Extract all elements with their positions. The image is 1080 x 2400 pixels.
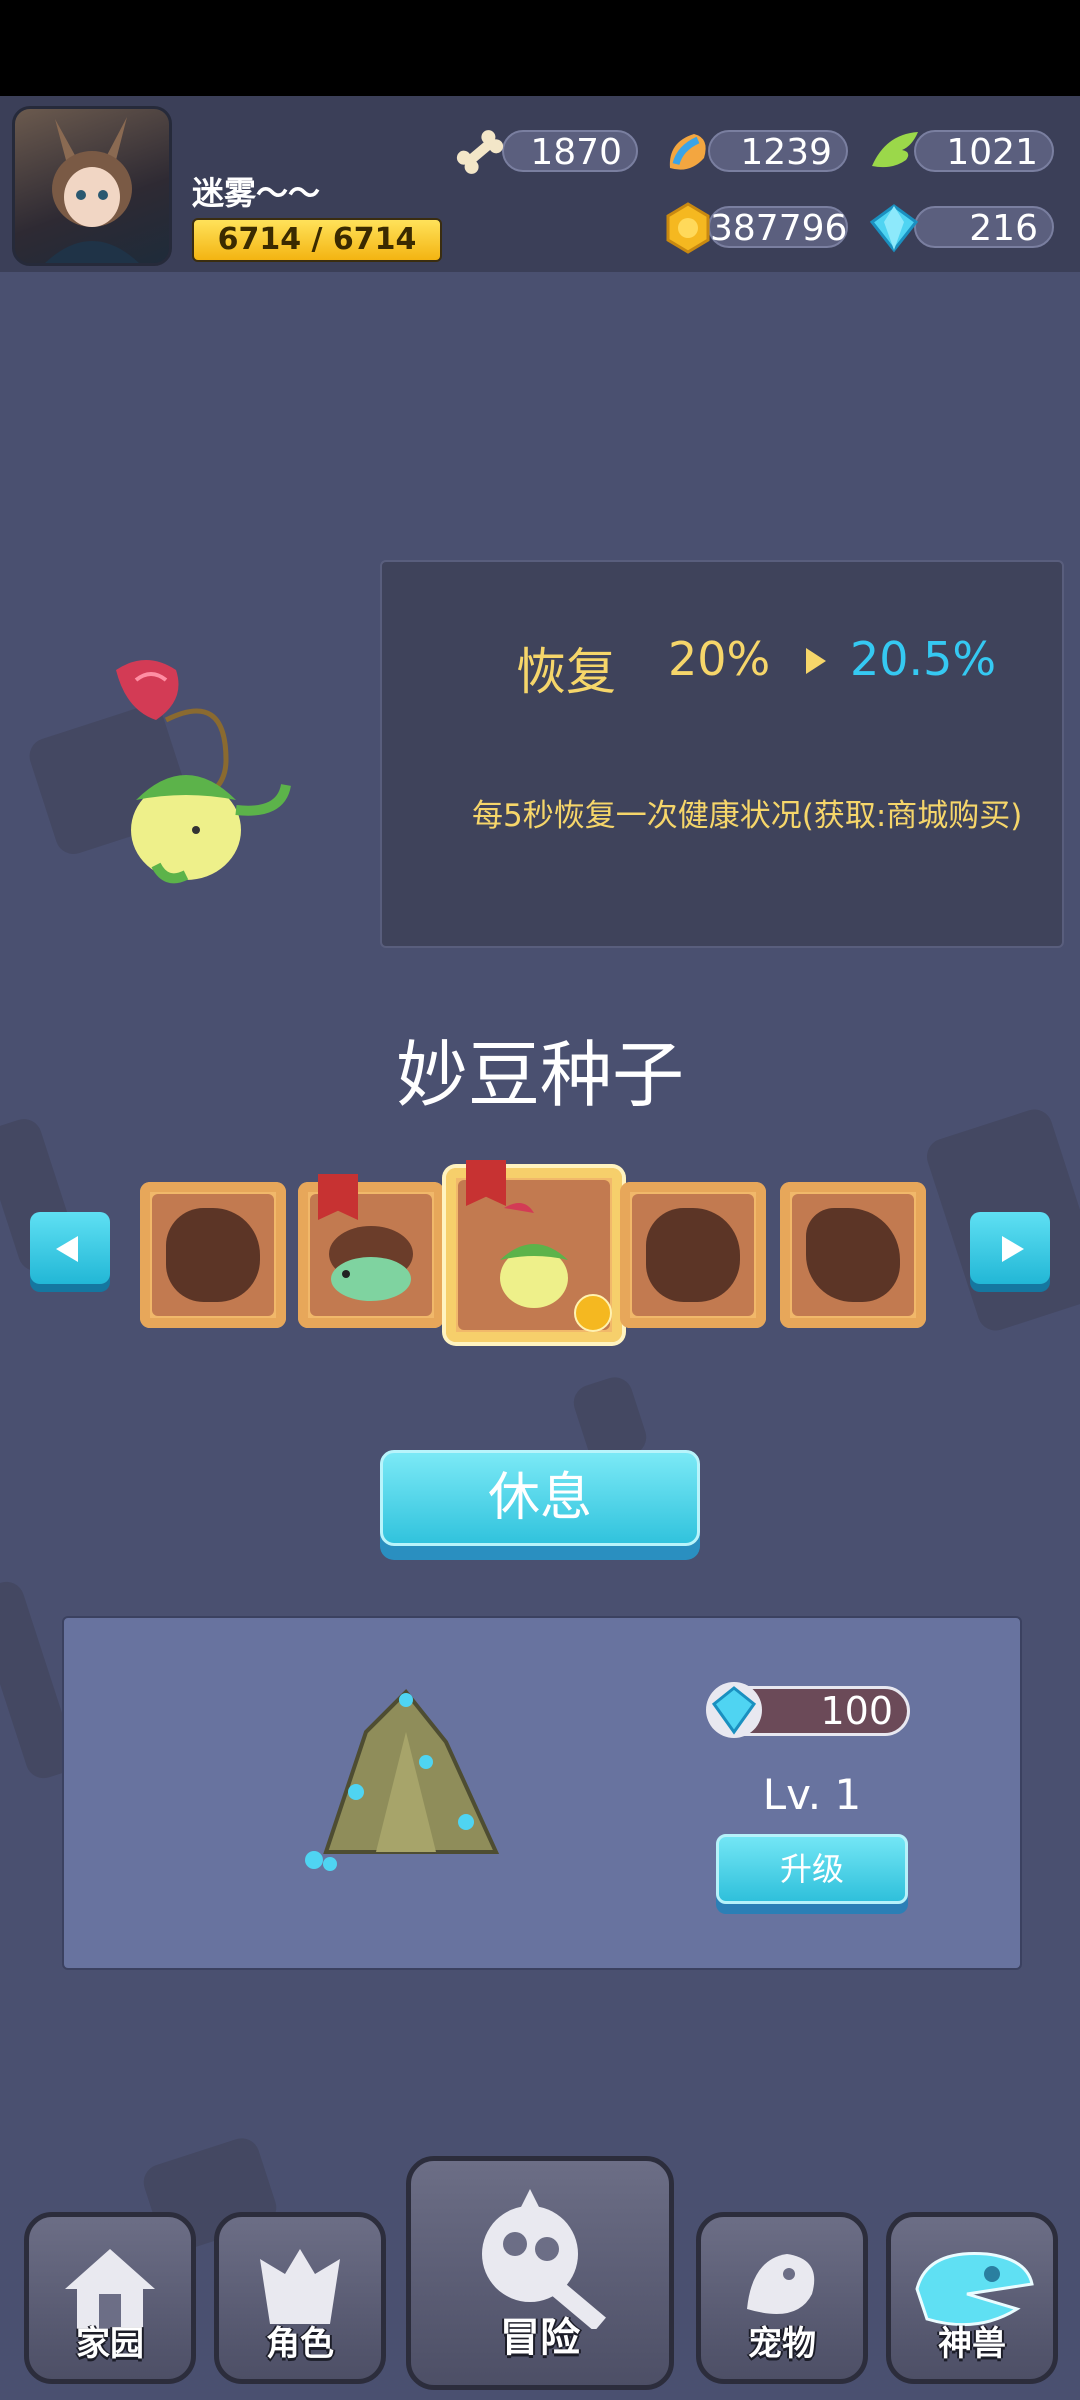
nav-home[interactable]: 家园 (24, 2212, 196, 2384)
status-bar (0, 0, 1080, 96)
meat-icon (669, 134, 706, 170)
bone-icon (456, 130, 504, 174)
resource-diamond: 216 (914, 206, 1054, 249)
carousel-next-button[interactable] (970, 1212, 1050, 1284)
stat-current-value: 20% (668, 632, 771, 686)
avatar-portrait (45, 117, 139, 263)
pet-slot-locked[interactable] (140, 1182, 286, 1328)
pet-info-panel (380, 560, 1064, 948)
turtle-pet-icon (329, 1226, 413, 1301)
resource-wing: 1021 (914, 130, 1054, 173)
pet-slot-owned[interactable] (298, 1174, 444, 1328)
nav-label: 家园 (76, 2324, 144, 2364)
gold-coin-icon (666, 202, 710, 254)
wing-icon (872, 132, 918, 168)
nav-label: 角色 (266, 2324, 334, 2364)
stat-label: 恢复 (516, 643, 616, 701)
hp-bar: 6714 / 6714 (192, 218, 442, 262)
stat-arrow-icon (806, 648, 826, 674)
pet-slot-locked[interactable] (620, 1182, 766, 1328)
pet-silhouette (166, 1208, 260, 1302)
chevron-right-icon (1002, 1236, 1024, 1262)
chevron-left-icon (56, 1236, 78, 1262)
pet-slot-locked[interactable] (780, 1182, 926, 1328)
coin-badge-icon (574, 1294, 612, 1332)
pet-description: 每5秒恢复一次健康状况(获取:商城购买) (472, 798, 1023, 834)
mine-level: Lv. 1 (762, 1770, 862, 1819)
nav-label: 宠物 (748, 2324, 816, 2364)
nav-divine-beast[interactable]: 神兽 (886, 2212, 1058, 2384)
stat-next-value: 20.5% (850, 632, 997, 686)
rest-button[interactable]: 休息 (380, 1450, 700, 1546)
carousel-prev-button[interactable] (30, 1212, 110, 1284)
pet-name: 妙豆种子 (395, 1033, 684, 1117)
crystal-mine-icon (305, 1689, 500, 1871)
nav-label: 冒险 (500, 2315, 580, 2361)
nav-pet[interactable]: 宠物 (696, 2212, 868, 2384)
avatar[interactable] (12, 106, 172, 266)
nav-adventure[interactable]: 冒险 (406, 2156, 674, 2390)
diamond-icon (706, 1682, 762, 1738)
seed-pet-icon (500, 1203, 568, 1308)
resource-gold: 387796 (708, 206, 848, 249)
pet-silhouette (646, 1208, 740, 1302)
resource-meat: 1239 (708, 130, 848, 173)
nav-character[interactable]: 角色 (214, 2212, 386, 2384)
resource-bone: 1870 (502, 130, 638, 173)
diamond-icon (869, 204, 919, 253)
pet-slot-selected[interactable] (446, 1160, 622, 1342)
upgrade-button[interactable]: 升级 (716, 1834, 908, 1904)
player-name: 迷雾～～ (192, 174, 321, 212)
pet-image (116, 660, 291, 884)
nav-label: 神兽 (938, 2324, 1006, 2364)
